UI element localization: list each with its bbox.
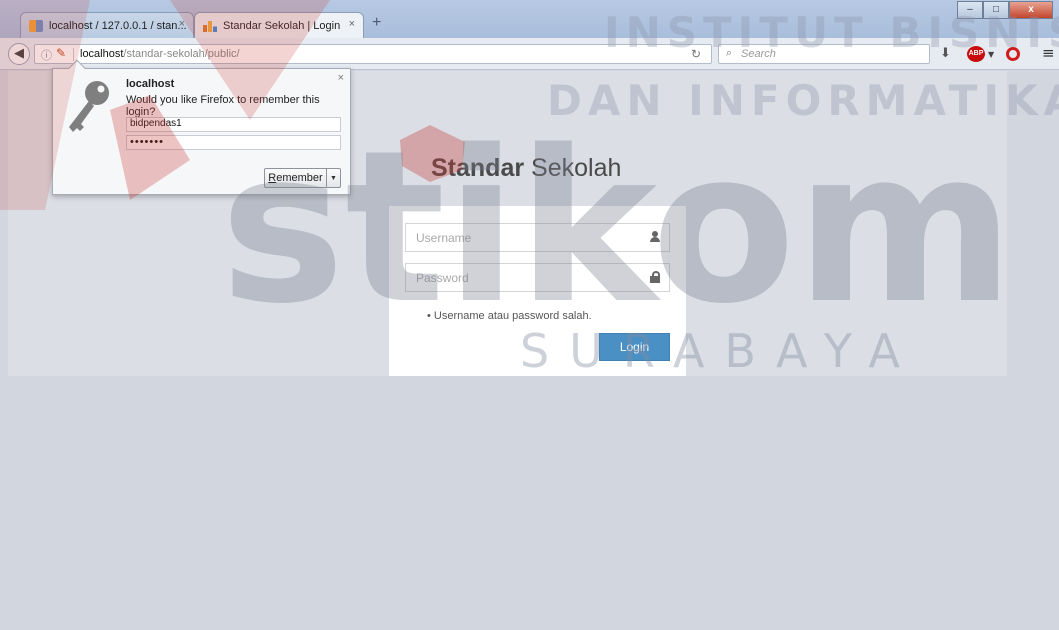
tab-close-icon[interactable]: × (179, 18, 185, 30)
back-arrow-icon: ◀ (14, 46, 24, 61)
key-icon (69, 81, 109, 132)
back-button[interactable]: ◀ (8, 43, 30, 65)
username-field[interactable] (405, 223, 670, 252)
opera-icon[interactable] (1006, 47, 1020, 61)
popup-host: localhost (126, 78, 175, 90)
navigation-toolbar: ◀ ⓘ ✎ localhost/standar-sekolah/public/ … (0, 38, 1059, 70)
url-divider (73, 48, 74, 61)
maximize-button[interactable]: □ (983, 1, 1009, 19)
password-input[interactable] (406, 264, 641, 291)
browser-titlebar: localhost / 127.0.0.1 / stan... × Standa… (0, 0, 1059, 38)
download-icon[interactable]: ⬇ (940, 46, 951, 61)
tab-phpmyadmin[interactable]: localhost / 127.0.0.1 / stan... × (20, 12, 194, 38)
chevron-down-icon[interactable]: ▼ (988, 50, 994, 59)
chart-favicon-icon (203, 19, 217, 32)
remember-password-popup: × localhost Would you like Firefox to re… (52, 59, 351, 195)
close-icon[interactable]: × (338, 72, 344, 84)
username-input[interactable] (406, 224, 641, 251)
remember-button[interactable]: Remember (264, 168, 327, 188)
login-button[interactable]: Login (599, 333, 670, 361)
reload-icon[interactable]: ↻ (691, 47, 701, 61)
url-bar[interactable]: ⓘ ✎ localhost/standar-sekolah/public/ ↻ (34, 44, 712, 64)
key-icon[interactable]: ✎ (56, 46, 66, 60)
popup-username-field[interactable]: bidpendas1 (126, 117, 341, 132)
tab-title: localhost / 127.0.0.1 / stan... (49, 19, 187, 32)
url-path: /standar-sekolah/public/ (123, 48, 240, 60)
password-field[interactable] (405, 263, 670, 292)
tab-close-icon[interactable]: × (349, 18, 355, 30)
remember-button-group: Remember ▼ (264, 168, 341, 188)
remember-dropdown-button[interactable]: ▼ (327, 168, 341, 188)
minimize-button[interactable]: – (957, 1, 983, 19)
search-placeholder: Search (741, 48, 776, 60)
popup-question: Would you like Firefox to remember this … (126, 94, 320, 118)
url-text[interactable]: localhost/standar-sekolah/public/ (80, 48, 240, 60)
window-controls: – □ x (957, 1, 1053, 19)
adblock-icon[interactable]: ABP (967, 46, 985, 62)
hamburger-menu-icon[interactable]: ≡ (1042, 44, 1055, 62)
close-window-button[interactable]: x (1009, 1, 1053, 19)
tab-standar-sekolah[interactable]: Standar Sekolah | Login × (194, 12, 364, 38)
brand-bold: Standar (431, 154, 525, 182)
brand-regular: Sekolah (524, 154, 622, 182)
tab-title: Standar Sekolah | Login (223, 19, 341, 32)
new-tab-button[interactable]: + (372, 14, 381, 32)
popup-password-field[interactable]: ••••••• (126, 135, 341, 150)
search-icon: ⌕ (726, 47, 733, 59)
search-bar[interactable]: ⌕ Search (718, 44, 930, 64)
remember-label: emember (276, 172, 323, 184)
login-form: Username atau password salah. Login (389, 206, 686, 376)
phpmyadmin-icon (29, 19, 43, 32)
error-message: Username atau password salah. (427, 310, 592, 322)
lock-icon (649, 271, 661, 283)
user-icon (649, 231, 661, 243)
page-title: Standar Sekolah (431, 154, 621, 183)
url-host: localhost (80, 48, 124, 60)
site-info-icon[interactable]: ⓘ (41, 47, 52, 63)
